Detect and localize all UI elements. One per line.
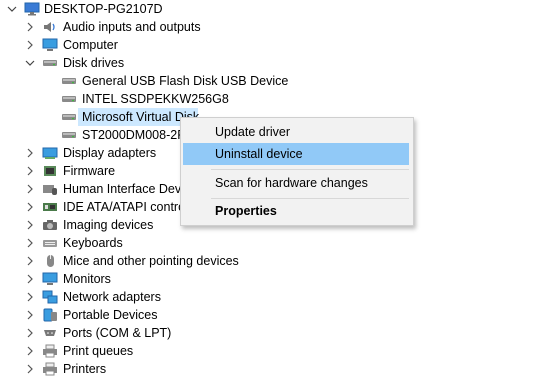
disk-drive-icon — [42, 56, 58, 70]
disk-drive-item[interactable]: INTEL SSDPEKKW256G8 — [0, 90, 541, 108]
disk-drive-label: General USB Flash Disk USB Device — [82, 74, 289, 88]
chevron-down-icon[interactable] — [6, 0, 18, 18]
category-computer[interactable]: Computer — [0, 36, 541, 54]
chevron-right-icon[interactable] — [24, 18, 36, 36]
ide-controller-icon — [42, 200, 58, 214]
disk-drive-icon — [61, 92, 77, 106]
chevron-right-icon[interactable] — [24, 324, 36, 342]
category-label: IDE ATA/ATAPI control — [63, 200, 188, 214]
chevron-right-icon[interactable] — [24, 144, 36, 162]
category-label: Audio inputs and outputs — [63, 20, 201, 34]
chevron-down-icon[interactable] — [24, 54, 36, 72]
root-label: DESKTOP-PG2107D — [44, 2, 163, 16]
chevron-right-icon[interactable] — [24, 36, 36, 54]
category-print-queues[interactable]: Print queues — [0, 342, 541, 360]
disk-drive-icon — [61, 110, 77, 124]
menu-separator — [211, 169, 409, 170]
category-printers[interactable]: Printers — [0, 360, 541, 378]
menu-item-scan-hardware[interactable]: Scan for hardware changes — [183, 172, 409, 194]
disk-drive-item[interactable]: General USB Flash Disk USB Device — [0, 72, 541, 90]
disk-drive-icon — [61, 128, 77, 142]
display-adapter-icon — [42, 146, 58, 160]
camera-icon — [42, 218, 58, 232]
category-label: Printers — [63, 362, 107, 376]
category-audio-inputs-and-outputs[interactable]: Audio inputs and outputs — [0, 18, 541, 36]
menu-item-properties[interactable]: Properties — [183, 200, 409, 222]
printer-icon — [42, 344, 58, 358]
hid-icon — [42, 182, 58, 196]
computer-icon — [24, 2, 40, 16]
chevron-right-icon[interactable] — [24, 306, 36, 324]
monitor-icon — [42, 272, 58, 286]
category-label: Display adapters — [63, 146, 157, 160]
category-keyboards[interactable]: Keyboards — [0, 234, 541, 252]
tree-root[interactable]: DESKTOP-PG2107D — [0, 0, 541, 18]
category-label: Computer — [63, 38, 118, 52]
chevron-right-icon[interactable] — [24, 342, 36, 360]
category-label: Human Interface Devi — [63, 182, 184, 196]
chevron-right-icon[interactable] — [24, 360, 36, 378]
printer-icon — [42, 362, 58, 376]
monitor-icon — [42, 38, 58, 52]
speaker-icon — [42, 20, 58, 34]
category-monitors[interactable]: Monitors — [0, 270, 541, 288]
category-label: Print queues — [63, 344, 134, 358]
port-icon — [42, 326, 58, 340]
disk-drive-label: INTEL SSDPEKKW256G8 — [82, 92, 229, 106]
disk-drive-label: ST2000DM008-2FR — [82, 128, 194, 142]
chevron-right-icon[interactable] — [24, 252, 36, 270]
chevron-right-icon[interactable] — [24, 270, 36, 288]
menu-separator — [211, 198, 409, 199]
chevron-right-icon[interactable] — [24, 234, 36, 252]
category-label: Mice and other pointing devices — [63, 254, 239, 268]
category-label: Disk drives — [63, 56, 125, 70]
menu-item-uninstall-device[interactable]: Uninstall device — [183, 143, 409, 165]
category-label: Keyboards — [63, 236, 123, 250]
keyboard-icon — [42, 236, 58, 250]
chevron-right-icon[interactable] — [24, 216, 36, 234]
chevron-right-icon[interactable] — [24, 162, 36, 180]
category-disk-drives[interactable]: Disk drives — [0, 54, 541, 72]
chevron-right-icon[interactable] — [24, 198, 36, 216]
category-ports-com-lpt[interactable]: Ports (COM & LPT) — [0, 324, 541, 342]
chevron-right-icon[interactable] — [24, 180, 36, 198]
network-icon — [42, 290, 58, 304]
mouse-icon — [42, 254, 58, 268]
category-label: Portable Devices — [63, 308, 158, 322]
context-menu: Update driver Uninstall device Scan for … — [180, 117, 414, 226]
disk-drive-icon — [61, 74, 77, 88]
category-label: Firmware — [63, 164, 116, 178]
portable-device-icon — [42, 308, 58, 322]
firmware-icon — [42, 164, 58, 178]
chevron-right-icon[interactable] — [24, 288, 36, 306]
menu-item-update-driver[interactable]: Update driver — [183, 121, 409, 143]
category-label: Ports (COM & LPT) — [63, 326, 172, 340]
category-mice-and-other-pointing-devices[interactable]: Mice and other pointing devices — [0, 252, 541, 270]
category-network-adapters[interactable]: Network adapters — [0, 288, 541, 306]
category-label: Network adapters — [63, 290, 161, 304]
category-label: Imaging devices — [63, 218, 154, 232]
category-label: Monitors — [63, 272, 111, 286]
category-portable-devices[interactable]: Portable Devices — [0, 306, 541, 324]
